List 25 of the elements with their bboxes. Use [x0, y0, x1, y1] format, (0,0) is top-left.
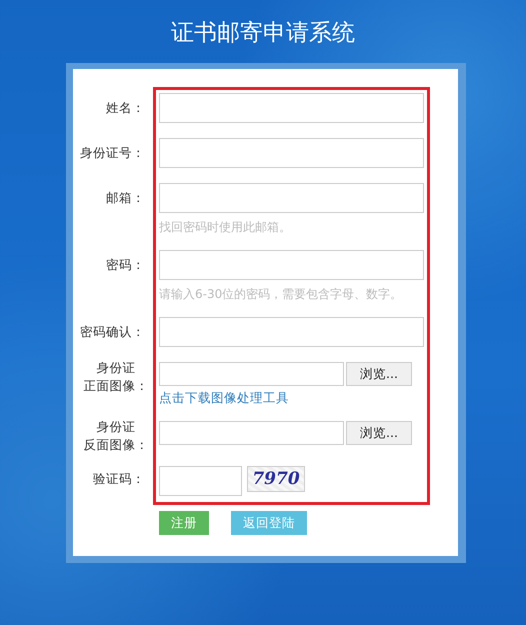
- field-label: 姓名：: [105, 99, 146, 117]
- browse-button[interactable]: 浏览...: [346, 362, 412, 386]
- field-label: 身份证: [96, 359, 136, 377]
- field-label: 正面图像：: [84, 377, 148, 395]
- field-label: 密码确认：: [79, 323, 146, 341]
- field-hint: 找回密码时使用此邮箱。: [159, 219, 291, 235]
- field-label: 邮箱：: [105, 189, 146, 207]
- input-field[interactable]: [159, 317, 424, 347]
- input-field[interactable]: [159, 250, 424, 280]
- file-path-field[interactable]: [159, 421, 344, 445]
- field-label: 身份证: [96, 418, 136, 436]
- browse-button[interactable]: 浏览...: [346, 421, 412, 445]
- input-field[interactable]: [159, 183, 424, 213]
- field-hint: 请输入6-30位的密码，需要包含字母、数字。: [159, 286, 402, 302]
- captcha-field[interactable]: [159, 466, 242, 496]
- field-label: 身份证号：: [79, 144, 146, 162]
- input-field[interactable]: [159, 138, 424, 168]
- field-label: 验证码：: [92, 470, 146, 488]
- page-title: 证书邮寄申请系统: [170, 19, 356, 48]
- field-label: 密码：: [105, 256, 146, 274]
- file-path-field[interactable]: [159, 362, 344, 386]
- field-label: 反面图像：: [84, 436, 148, 454]
- input-field[interactable]: [159, 93, 424, 123]
- captcha-image[interactable]: 7970: [247, 466, 305, 492]
- download-link[interactable]: 点击下载图像处理工具: [159, 390, 289, 406]
